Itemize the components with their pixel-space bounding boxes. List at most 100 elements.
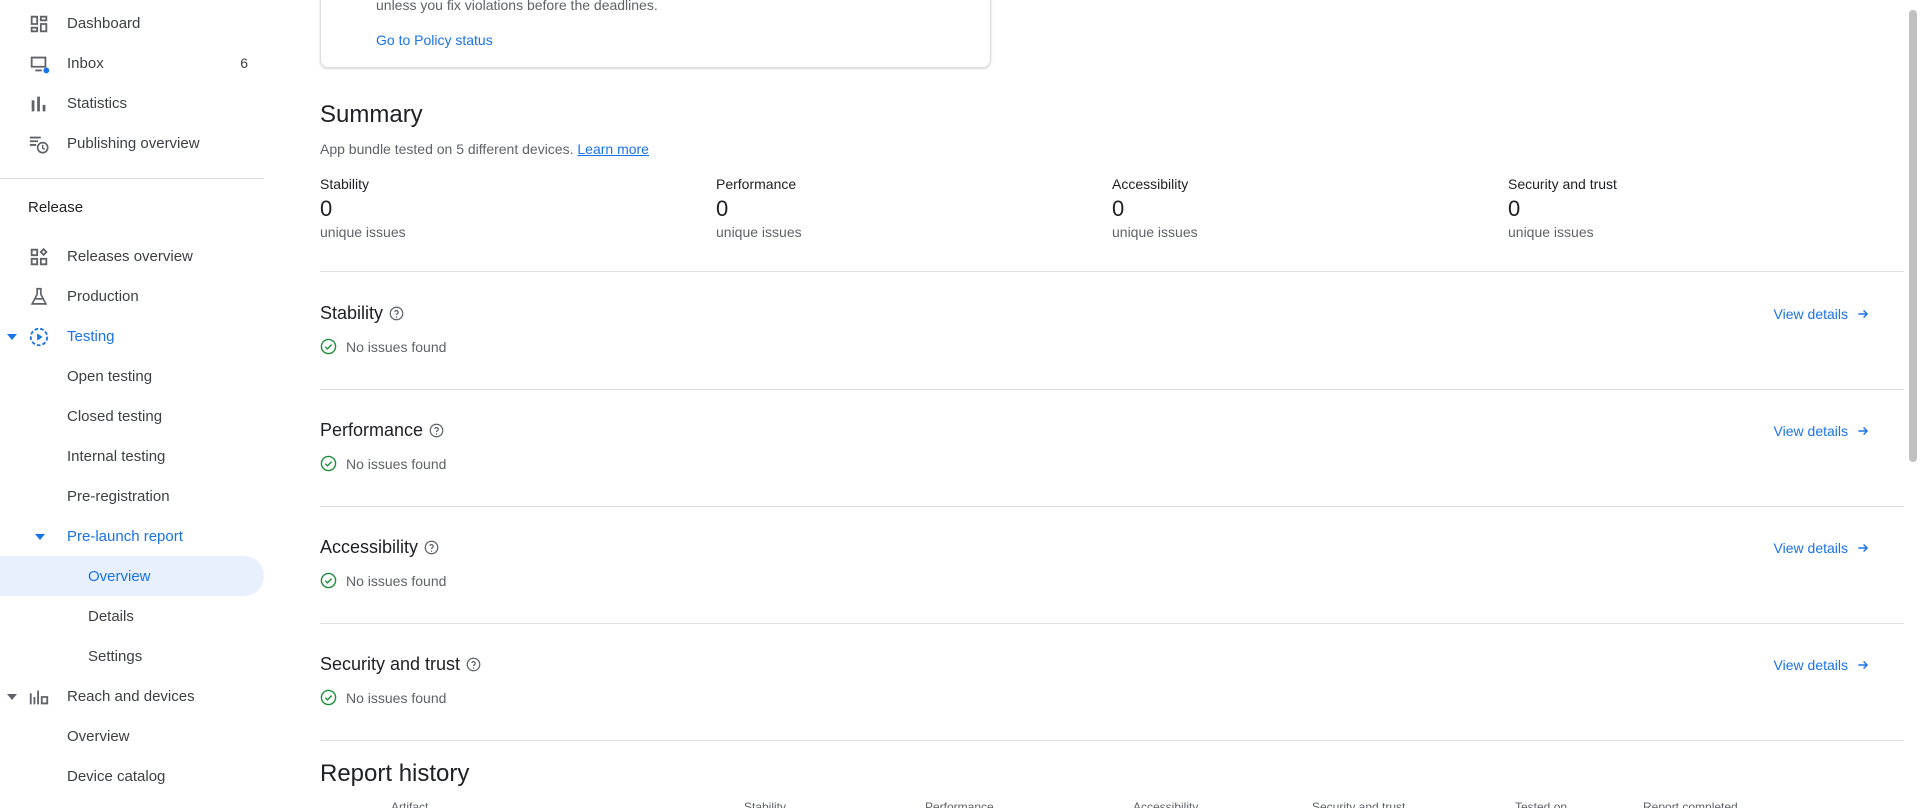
nav-dashboard-label: Dashboard [67,14,141,32]
nav-prelaunch-details[interactable]: Details [0,596,264,636]
nav-reach-overview-label: Overview [67,727,130,745]
help-icon[interactable] [389,306,404,321]
history-column-header[interactable]: Security and trust [1312,800,1405,808]
nav-pre-registration[interactable]: Pre-registration [0,476,264,516]
nav-prelaunch-settings-label: Settings [88,647,143,665]
nav-internal-testing[interactable]: Internal testing [0,436,264,476]
nav-reach-and-devices-label: Reach and devices [67,687,195,705]
metric-unit: unique issues [1112,224,1198,240]
learn-more-link[interactable]: Learn more [577,141,649,157]
nav-inbox[interactable]: Inbox 6 [0,43,264,83]
performance-status-text: No issues found [346,455,447,472]
summary-subtitle: App bundle tested on 5 different devices… [320,141,649,157]
metric-value: 0 [1112,196,1125,221]
nav-publishing-overview[interactable]: Publishing overview [0,123,264,163]
history-column-header[interactable]: Artifact [391,800,428,808]
security-section: Security and trust No issues found View … [320,654,1904,734]
arrow-right-icon [1858,426,1869,436]
history-column-header[interactable]: Stability [744,800,786,808]
arrow-right-icon [1858,309,1869,319]
summary-metric-performance: Performance 0 unique issues [716,176,1096,240]
report-history-headers: Artifact Stability Performance Accessibi… [320,800,1904,808]
nav-prelaunch-details-label: Details [88,607,134,625]
nav-reach-overview[interactable]: Overview [0,716,264,756]
inbox-icon [30,56,50,74]
nav-releases-overview-label: Releases overview [67,247,193,265]
arrow-right-icon [1858,543,1869,553]
nav-device-catalog[interactable]: Device catalog [0,756,264,796]
nav-device-catalog-label: Device catalog [67,767,166,785]
section-status: No issues found [320,689,446,706]
scrollbar-thumb[interactable] [1909,10,1917,462]
metric-label: Performance [716,176,797,192]
stability-status-text: No issues found [346,338,447,355]
nav-prelaunch-overview-label: Overview [88,567,151,585]
check-circle-icon [320,455,337,472]
nav-reach-and-devices[interactable]: Reach and devices [0,676,264,716]
nav-publishing-label: Publishing overview [67,134,200,152]
section-title: Performance [320,420,444,441]
view-details-label: View details [1773,540,1848,556]
performance-section: Performance No issues found View details [320,420,1904,500]
metric-value: 0 [320,196,333,221]
view-details-link[interactable]: View details [1774,540,1870,556]
metric-label: Security and trust [1508,176,1617,192]
nav-internal-testing-label: Internal testing [67,447,166,465]
nav-prelaunch-settings[interactable]: Settings [0,636,264,676]
metric-label: Accessibility [1112,176,1189,192]
history-column-header[interactable]: Report completed [1643,800,1738,808]
nav-statistics[interactable]: Statistics [0,83,264,123]
help-icon[interactable] [424,540,439,555]
history-column-header[interactable]: Performance [925,800,994,808]
help-icon[interactable] [466,657,481,672]
nav-pre-launch-report[interactable]: Pre-launch report [0,516,264,556]
nav-pre-registration-label: Pre-registration [67,487,170,505]
security-status-text: No issues found [346,689,447,706]
nav-testing[interactable]: Testing [0,316,264,356]
nav-production[interactable]: Production [0,276,264,316]
view-details-link[interactable]: View details [1774,423,1870,439]
production-icon [30,287,48,305]
main-content: unless you fix violations before the dea… [320,0,1904,808]
summary-title: Summary [320,101,423,128]
section-title: Security and trust [320,654,481,675]
report-history-title: Report history [320,760,470,787]
sidebar-divider [0,178,264,179]
section-divider [320,740,1904,741]
policy-status-link[interactable]: Go to Policy status [376,32,493,48]
nav-statistics-label: Statistics [67,94,128,112]
view-details-link[interactable]: View details [1774,306,1870,322]
prelaunch-expand-caret-icon[interactable] [35,534,45,540]
section-status: No issues found [320,572,446,589]
view-details-label: View details [1773,423,1848,439]
metric-value: 0 [716,196,729,221]
nav-releases-overview[interactable]: Releases overview [0,236,264,276]
reach-expand-caret-icon[interactable] [7,694,17,700]
section-divider [320,389,1904,390]
help-icon[interactable] [429,423,444,438]
summary-subtitle-text: App bundle tested on 5 different devices… [320,141,574,157]
view-details-link[interactable]: View details [1774,657,1870,673]
accessibility-section: Accessibility No issues found View detai… [320,537,1904,617]
nav-closed-testing[interactable]: Closed testing [0,396,264,436]
accessibility-title: Accessibility [320,537,419,557]
section-divider [320,506,1904,507]
view-details-label: View details [1773,657,1848,673]
history-column-header[interactable]: Tested on [1515,800,1567,808]
inbox-count-badge: 6 [240,55,248,71]
metric-unit: unique issues [716,224,802,240]
section-title: Stability [320,303,404,324]
accessibility-status-text: No issues found [346,572,447,589]
history-column-header[interactable]: Accessibility [1133,800,1198,808]
metric-unit: unique issues [1508,224,1594,240]
nav-dashboard[interactable]: Dashboard [0,3,264,43]
testing-expand-caret-icon[interactable] [7,334,17,340]
nav-closed-testing-label: Closed testing [67,407,163,425]
publishing-icon [29,136,49,154]
nav-prelaunch-overview[interactable]: Overview [0,556,264,596]
metric-value: 0 [1508,196,1521,221]
nav-open-testing[interactable]: Open testing [0,356,264,396]
dashboard-icon [30,15,48,33]
page-scrollbar[interactable] [1906,0,1920,808]
metric-label: Stability [320,176,370,192]
